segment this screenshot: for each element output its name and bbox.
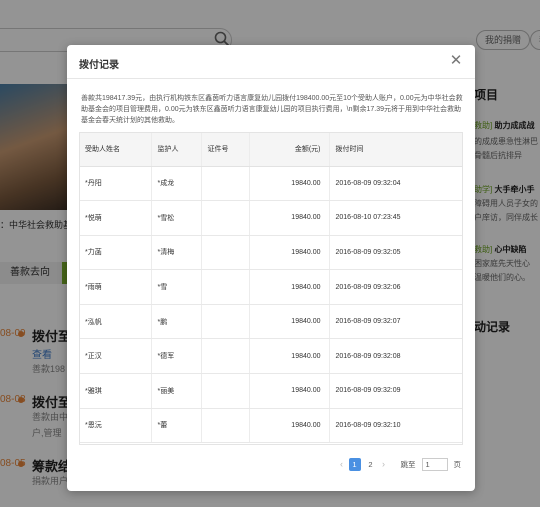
table-row: *正汉 *德军 19840.00 2016-08-09 09:32:08 <box>79 338 463 375</box>
id-number-cell <box>201 166 250 202</box>
table-row: *悦萌 *雪松 19840.00 2016-08-10 07:23:45 <box>79 200 463 236</box>
amount-cell: 19840.00 <box>249 200 330 236</box>
modal-title: 拨付记录 <box>79 60 119 71</box>
column-header-time: 拨付时间 <box>329 132 463 167</box>
recipient-name-cell: *泓帆 <box>79 304 152 340</box>
column-header-guardian: 监护人 <box>151 132 202 167</box>
amount-cell: 19840.00 <box>249 166 330 202</box>
amount-cell: 19840.00 <box>249 304 330 340</box>
table-row: *恩沅 *蕾 19840.00 2016-08-09 09:32:10 <box>79 408 463 444</box>
guardian-cell: *蕾 <box>151 408 202 444</box>
pagination: ‹ 1 2 › 跳至 页 <box>337 457 462 471</box>
id-number-cell <box>201 408 250 444</box>
page-1-button[interactable]: 1 <box>348 457 361 471</box>
table-row: *力菡 *清梅 19840.00 2016-08-09 09:32:05 <box>79 235 463 271</box>
id-number-cell <box>201 200 250 236</box>
amount-cell: 19840.00 <box>249 408 330 444</box>
id-number-cell <box>201 235 250 271</box>
column-header-id: 证件号 <box>201 132 250 167</box>
disbursement-time-cell: 2016-08-09 09:32:06 <box>329 269 463 305</box>
table-row: *雨萌 *雪 19840.00 2016-08-09 09:32:06 <box>79 269 463 305</box>
disbursement-time-cell: 2016-08-09 09:32:04 <box>329 166 463 202</box>
disbursement-time-cell: 2016-08-09 09:32:08 <box>329 338 463 375</box>
close-icon[interactable]: ✕ <box>449 53 463 69</box>
goto-label: 跳至 <box>400 459 416 469</box>
recipient-name-cell: *悦萌 <box>79 200 152 236</box>
recipient-name-cell: *力菡 <box>79 235 152 271</box>
disbursement-time-cell: 2016-08-09 09:32:05 <box>329 235 463 271</box>
amount-cell: 19840.00 <box>249 235 330 271</box>
disbursement-table: 受助人姓名 监护人 证件号 金额(元) 拨付时间 *丹阳 *成龙 19840.00 2… <box>79 132 463 444</box>
column-header-name: 受助人姓名 <box>79 132 152 167</box>
amount-cell: 19840.00 <box>249 338 330 375</box>
recipient-name-cell: *恩沅 <box>79 408 152 444</box>
id-number-cell <box>201 269 250 305</box>
id-number-cell <box>201 338 250 375</box>
recipient-name-cell: *丹阳 <box>79 166 152 202</box>
id-number-cell <box>201 373 250 409</box>
recipient-name-cell: *正汉 <box>79 338 152 375</box>
prev-page-button[interactable]: ‹ <box>337 459 347 469</box>
id-number-cell <box>201 304 250 340</box>
recipient-name-cell: *雅琪 <box>79 373 152 409</box>
table-row: *丹阳 *成龙 19840.00 2016-08-09 09:32:04 <box>79 166 463 202</box>
guardian-cell: *鹏 <box>151 304 202 340</box>
disbursement-time-cell: 2016-08-09 09:32:07 <box>329 304 463 340</box>
page-unit-label: 页 <box>453 459 462 469</box>
amount-cell: 19840.00 <box>249 269 330 305</box>
guardian-cell: *丽美 <box>151 373 202 409</box>
recipient-name-cell: *雨萌 <box>79 269 152 305</box>
guardian-cell: *雪松 <box>151 200 202 236</box>
guardian-cell: *成龙 <box>151 166 202 202</box>
disbursement-summary: 善款共198417.39元，由执行机构铁东区鑫茵听力语言康复幼儿园拨付19840… <box>81 95 463 124</box>
guardian-cell: *清梅 <box>151 235 202 271</box>
guardian-cell: *雪 <box>151 269 202 305</box>
disbursement-records-modal: 拨付记录 ✕ 善款共198417.39元，由执行机构铁东区鑫茵听力语言康复幼儿园… <box>67 45 475 491</box>
goto-page-input[interactable] <box>421 457 448 471</box>
modal-header: 拨付记录 ✕ <box>67 45 475 79</box>
table-row: *雅琪 *丽美 19840.00 2016-08-09 09:32:09 <box>79 373 463 409</box>
table-row: *泓帆 *鹏 19840.00 2016-08-09 09:32:07 <box>79 304 463 340</box>
page-2-button[interactable]: 2 <box>365 458 377 471</box>
next-page-button[interactable]: › <box>379 459 389 469</box>
table-header-row: 受助人姓名 监护人 证件号 金额(元) 拨付时间 <box>79 132 463 167</box>
column-header-amount: 金额(元) <box>249 132 330 167</box>
disbursement-time-cell: 2016-08-09 09:32:10 <box>329 408 463 444</box>
disbursement-time-cell: 2016-08-09 09:32:09 <box>329 373 463 409</box>
disbursement-time-cell: 2016-08-10 07:23:45 <box>329 200 463 236</box>
amount-cell: 19840.00 <box>249 373 330 409</box>
guardian-cell: *德军 <box>151 338 202 375</box>
